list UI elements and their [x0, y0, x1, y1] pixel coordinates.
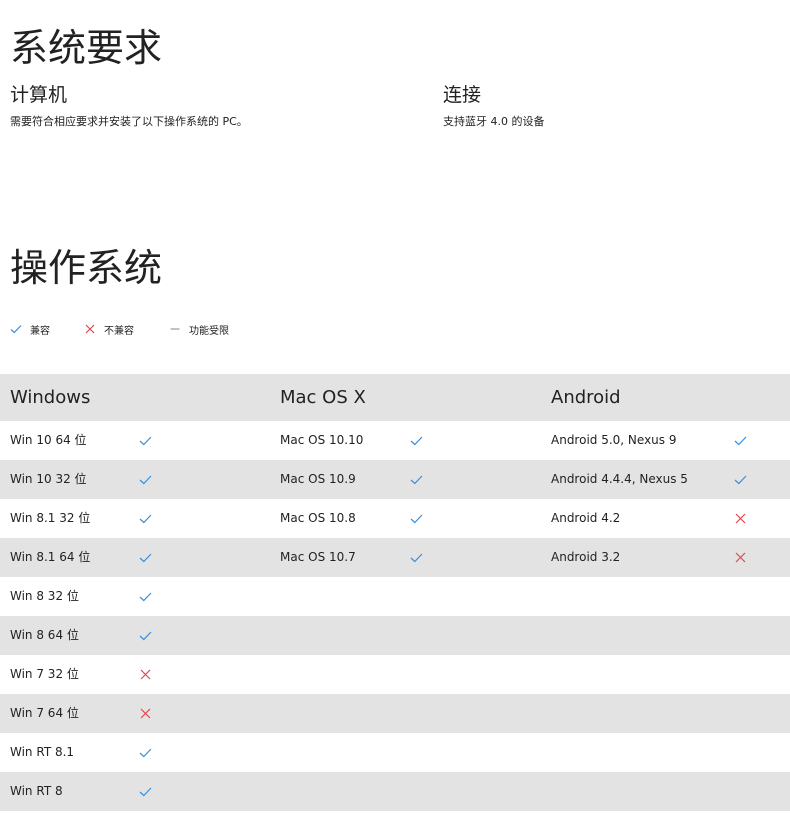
- check-icon: [139, 590, 152, 603]
- table-body: Win 10 64 位 Mac OS 10.10 Android 5.0, Nexu…: [0, 421, 790, 811]
- mac-version-label: Mac OS 10.10: [280, 433, 364, 447]
- windows-version-label: Win RT 8.1: [10, 745, 75, 759]
- check-icon: [139, 746, 152, 759]
- check-icon: [10, 323, 22, 335]
- column-header-mac: Mac OS X: [280, 387, 366, 408]
- legend-compatible-label: 兼容: [30, 325, 50, 337]
- mac-version-label: Mac OS 10.8: [280, 511, 356, 525]
- android-version-label: Android 4.4.4, Nexus 5: [551, 472, 688, 486]
- check-icon: [139, 473, 152, 486]
- computer-requirement: 计算机 需要符合相应要求并安装了以下操作系统的 PC。: [10, 84, 248, 129]
- cross-icon: [734, 512, 747, 525]
- mac-version-label: Mac OS 10.9: [280, 472, 356, 486]
- dash-icon: [169, 323, 181, 335]
- cross-icon: [139, 707, 152, 720]
- table-row: Win 8 64 位: [0, 616, 790, 655]
- windows-version-label: Win 8.1 32 位: [10, 511, 91, 525]
- cross-icon: [84, 323, 96, 335]
- table-row: Win 8.1 32 位 Mac OS 10.8 Android 4.2: [0, 499, 790, 538]
- mac-version-label: Mac OS 10.7: [280, 550, 356, 564]
- windows-version-label: Win 10 32 位: [10, 472, 87, 486]
- check-icon: [139, 551, 152, 564]
- check-icon: [139, 512, 152, 525]
- connection-description: 支持蓝牙 4.0 的设备: [443, 115, 545, 128]
- check-icon: [139, 785, 152, 798]
- legend-incompatible: 不兼容: [84, 321, 134, 337]
- check-icon: [410, 512, 423, 525]
- check-icon: [139, 434, 152, 447]
- windows-version-label: Win 7 64 位: [10, 706, 79, 720]
- check-icon: [410, 551, 423, 564]
- table-row: Win 7 64 位: [0, 694, 790, 733]
- windows-version-label: Win RT 8: [10, 784, 63, 798]
- windows-version-label: Win 8 32 位: [10, 589, 79, 603]
- legend-limited: 功能受限: [169, 321, 229, 337]
- cross-icon: [139, 668, 152, 681]
- android-version-label: Android 3.2: [551, 550, 621, 564]
- android-version-label: Android 5.0, Nexus 9: [551, 433, 677, 447]
- computer-description: 需要符合相应要求并安装了以下操作系统的 PC。: [10, 115, 248, 128]
- windows-version-label: Win 8 64 位: [10, 628, 79, 642]
- check-icon: [734, 473, 747, 486]
- table-row: Win 10 32 位 Mac OS 10.9 Android 4.4.4, Nex…: [0, 460, 790, 499]
- check-icon: [410, 473, 423, 486]
- legend-incompatible-label: 不兼容: [104, 325, 134, 337]
- table-row: Win 8 32 位: [0, 577, 790, 616]
- check-icon: [410, 434, 423, 447]
- operating-system-title: 操作系统: [10, 246, 163, 290]
- table-row: Win RT 8: [0, 772, 790, 811]
- table-row: Win 10 64 位 Mac OS 10.10 Android 5.0, Nexu…: [0, 421, 790, 460]
- connection-requirement: 连接 支持蓝牙 4.0 的设备: [443, 84, 545, 129]
- check-icon: [139, 629, 152, 642]
- cross-icon: [734, 551, 747, 564]
- android-version-label: Android 4.2: [551, 511, 621, 525]
- table-row: Win RT 8.1: [0, 733, 790, 772]
- os-compatibility-table: Windows Mac OS X Android Win 10 64 位 Mac …: [0, 374, 790, 811]
- table-row: Win 8.1 64 位 Mac OS 10.7 Android 3.2: [0, 538, 790, 577]
- column-header-android: Android: [551, 387, 621, 408]
- system-requirements-page: 系统要求 计算机 需要符合相应要求并安装了以下操作系统的 PC。 连接 支持蓝牙…: [0, 0, 790, 831]
- windows-version-label: Win 7 32 位: [10, 667, 79, 681]
- check-icon: [734, 434, 747, 447]
- legend-compatible: 兼容: [10, 321, 50, 337]
- windows-version-label: Win 8.1 64 位: [10, 550, 91, 564]
- legend-limited-label: 功能受限: [189, 325, 229, 337]
- column-header-windows: Windows: [10, 387, 91, 408]
- table-row: Win 7 32 位: [0, 655, 790, 694]
- connection-title: 连接: [443, 84, 482, 106]
- table-header: Windows Mac OS X Android: [0, 374, 790, 421]
- system-requirements-title: 系统要求: [10, 26, 163, 70]
- computer-title: 计算机: [10, 84, 68, 106]
- windows-version-label: Win 10 64 位: [10, 433, 87, 447]
